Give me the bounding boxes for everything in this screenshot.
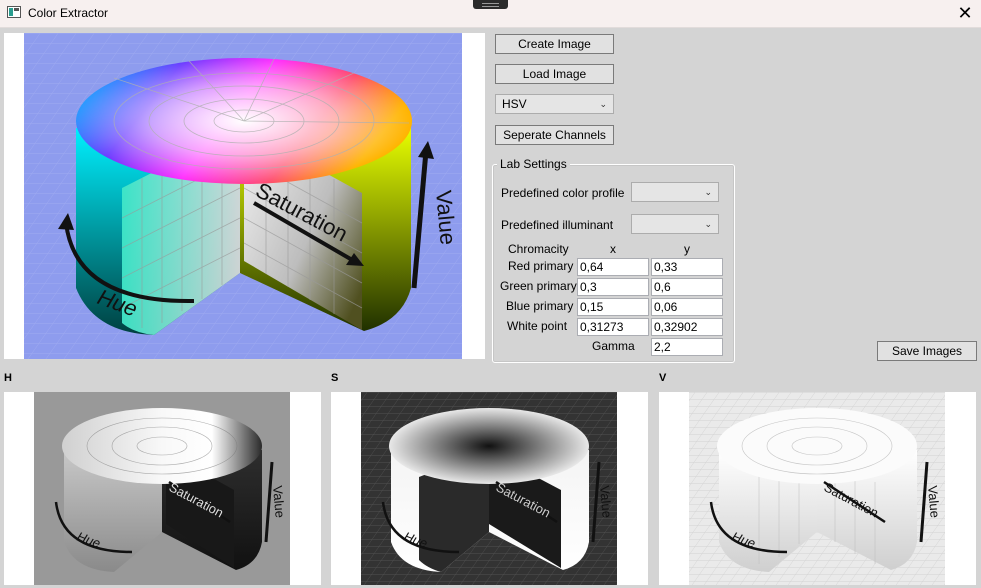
predefined-illuminant-label: Predefined illuminant: [501, 218, 614, 232]
predefined-illuminant-select[interactable]: ⌄: [631, 214, 719, 234]
v-value-label: Value: [925, 485, 943, 518]
predefined-color-profile-select[interactable]: ⌄: [631, 182, 719, 202]
white-point-x-input[interactable]: [577, 318, 649, 336]
gamma-label: Gamma: [592, 339, 635, 353]
white-point-y-input[interactable]: [651, 318, 723, 336]
column-x-label: x: [610, 242, 616, 256]
snap-grip-handle[interactable]: [473, 0, 508, 9]
main-image-panel: Hue Saturation Value: [4, 33, 485, 359]
s-channel-image: Hue Saturation Value: [361, 392, 617, 585]
lab-settings-legend: Lab Settings: [497, 157, 570, 171]
save-images-button[interactable]: Save Images: [877, 341, 977, 361]
green-primary-x-input[interactable]: [577, 278, 649, 296]
s-value-label: Value: [597, 485, 615, 518]
blue-primary-y-input[interactable]: [651, 298, 723, 316]
h-channel-panel: Hue Saturation Value: [4, 392, 321, 585]
channel-h-label: H: [4, 372, 12, 384]
separate-channels-button[interactable]: Seperate Channels: [495, 125, 614, 145]
white-point-label: White point: [507, 319, 568, 333]
gamma-input[interactable]: [651, 338, 723, 356]
green-primary-y-input[interactable]: [651, 278, 723, 296]
column-y-label: y: [684, 242, 690, 256]
v-channel-image: Hue Saturation Value: [689, 392, 945, 585]
chromacity-label: Chromacity: [508, 242, 569, 256]
hsv-cylinder-image: Hue Saturation Value: [24, 33, 462, 359]
chevron-down-icon: ⌄: [599, 99, 607, 109]
value-label: Value: [431, 189, 461, 246]
close-icon[interactable]: ✕: [951, 2, 979, 24]
channel-s-label: S: [331, 372, 339, 384]
title-bar: Color Extractor ✕: [0, 0, 981, 28]
app-icon: [7, 6, 21, 18]
red-primary-y-input[interactable]: [651, 258, 723, 276]
predefined-color-profile-label: Predefined color profile: [501, 186, 625, 200]
window-title: Color Extractor: [28, 6, 109, 20]
chevron-down-icon: ⌄: [704, 219, 712, 229]
channel-v-label: V: [659, 372, 667, 384]
s-channel-panel: Hue Saturation Value: [331, 392, 648, 585]
h-value-label: Value: [270, 485, 288, 518]
green-primary-label: Green primary: [500, 279, 577, 293]
blue-primary-label: Blue primary: [506, 299, 574, 313]
blue-primary-x-input[interactable]: [577, 298, 649, 316]
colorspace-selected-value: HSV: [502, 97, 527, 111]
colorspace-select[interactable]: HSV ⌄: [495, 94, 614, 114]
create-image-button[interactable]: Create Image: [495, 34, 614, 54]
red-primary-label: Red primary: [508, 259, 574, 273]
v-channel-panel: Hue Saturation Value: [659, 392, 976, 585]
load-image-button[interactable]: Load Image: [495, 64, 614, 84]
red-primary-x-input[interactable]: [577, 258, 649, 276]
chevron-down-icon: ⌄: [704, 187, 712, 197]
h-channel-image: Hue Saturation Value: [34, 392, 290, 585]
